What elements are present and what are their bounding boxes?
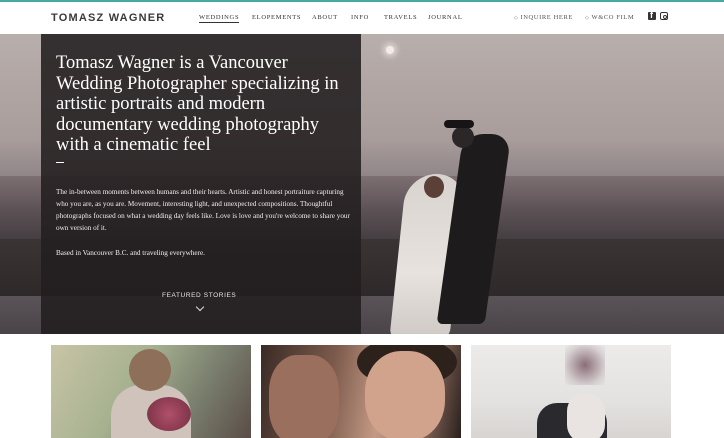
hero-body: The in-between moments between humans an… <box>56 188 350 232</box>
nav-item-about[interactable]: ABOUT <box>312 14 338 21</box>
thumb-embrace <box>567 393 605 438</box>
nav-item-journal[interactable]: JOURNAL <box>428 14 463 21</box>
story-thumbnail[interactable] <box>51 345 251 438</box>
nav-item-elopements[interactable]: ELOPEMENTS <box>252 14 301 21</box>
bride-head <box>424 176 444 198</box>
thumb-flowers <box>565 345 605 385</box>
groom-head <box>452 126 474 148</box>
thumb-face <box>365 351 445 438</box>
story-thumbnail[interactable] <box>471 345 671 438</box>
nav-item-weddings[interactable]: WEDDINGS <box>199 14 240 23</box>
film-label: W&CO FILM <box>591 14 635 21</box>
featured-stories-link[interactable]: FEATURED STORIES <box>162 292 236 299</box>
thumb-face <box>269 355 339 438</box>
groom-hat <box>444 120 474 128</box>
facebook-icon[interactable] <box>648 10 656 20</box>
hero-title: Tomasz Wagner is a Vancouver Wedding Pho… <box>56 53 339 155</box>
inquire-link[interactable]: ◇ INQUIRE HERE <box>514 14 573 21</box>
thumb-head <box>129 349 171 391</box>
site-logo[interactable]: TOMASZ WAGNER <box>51 12 165 24</box>
instagram-icon[interactable] <box>660 12 668 20</box>
diamond-icon: ◇ <box>585 16 590 21</box>
diamond-icon: ◇ <box>514 16 519 21</box>
title-divider <box>56 162 64 163</box>
story-thumbnail[interactable] <box>261 345 461 438</box>
nav-item-travels[interactable]: TRAVELS <box>384 14 417 21</box>
nav-item-info[interactable]: INFO <box>351 14 369 21</box>
site-header: TOMASZ WAGNER WEDDINGS ELOPEMENTS ABOUT … <box>0 2 724 34</box>
hero-location: Based in Vancouver B.C. and traveling ev… <box>56 249 205 257</box>
film-link[interactable]: ◇ W&CO FILM <box>585 14 634 21</box>
hero-sun <box>386 46 394 54</box>
inquire-label: INQUIRE HERE <box>520 14 573 21</box>
thumb-bouquet <box>147 397 191 431</box>
